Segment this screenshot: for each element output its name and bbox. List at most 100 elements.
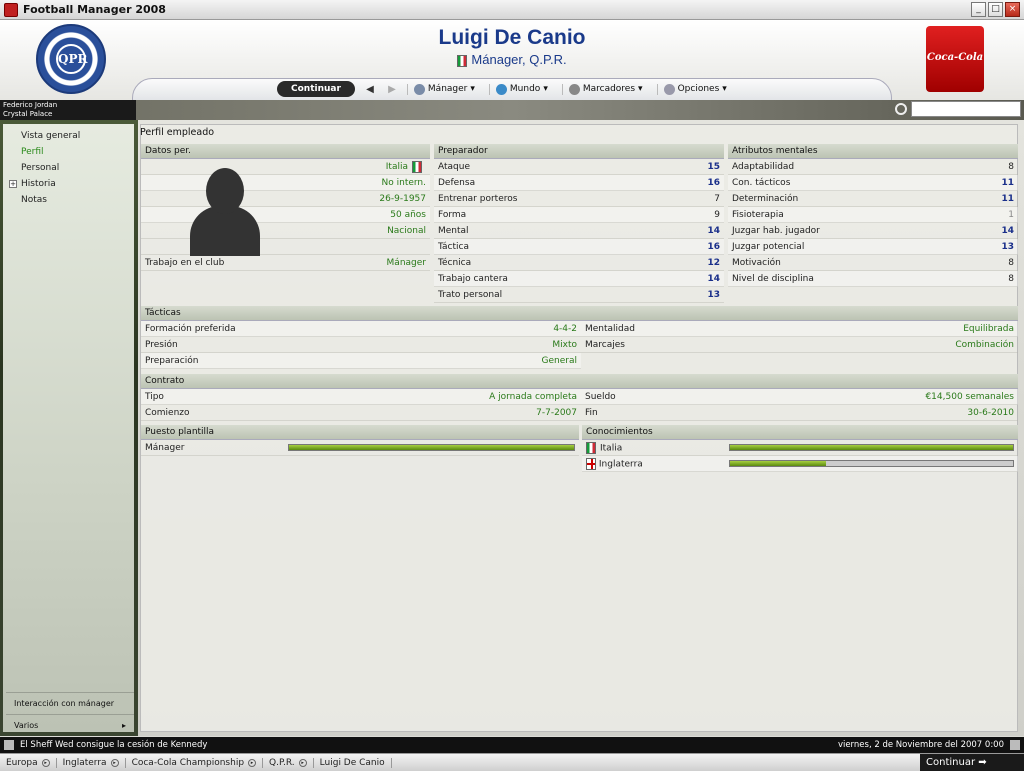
user-name: Federico Jordan [3,101,58,109]
attr-row: Forma 9 [434,207,724,223]
attr-row: Juzgar potencial 13 [728,239,1018,255]
menu-manager[interactable]: Mánager ▾ [406,83,481,95]
news-ticker[interactable]: El Sheff Wed consigue la cesión de Kenne… [0,737,1024,753]
attr-row: Defensa 16 [434,175,724,191]
bookmark-icon [568,83,580,95]
club-job-label: Trabajo en el club [145,257,225,268]
person-name: Luigi De Canio [438,26,586,49]
sidebar-item-history[interactable]: + Historia [3,176,134,192]
attr-row: Adaptabilidad 8 [728,159,1018,175]
sidebar-item-overview[interactable]: Vista general [3,128,134,144]
birth-date: 26-9-1957 [379,193,426,204]
news-icon [4,740,14,750]
page-title: Perfil empleado [140,127,215,138]
mental-attributes-section: Atributos mentales Adaptabilidad 8 Con. t… [728,144,1018,287]
search-area [895,101,1021,117]
international-status: No intern. [381,177,426,188]
chevron-right-icon: ▸ [121,721,126,730]
attr-row: Ataque 15 [434,159,724,175]
breadcrumb-item[interactable]: Inglaterra ▸ [57,757,126,768]
dropdown-icon[interactable]: ▸ [248,758,257,767]
attr-row: Fisioterapia 1 [728,207,1018,223]
knowledge-section: Conocimientos Italia Inglaterra [582,425,1018,472]
user-club: Crystal Palace [3,110,53,118]
coach-header: Preparador [434,144,724,159]
squad-role-bar [288,444,575,451]
contract-section: Contrato Tipo A jornada completa Comienzo… [141,374,1018,421]
continue-button[interactable]: Continuar [277,81,355,97]
knowledge-bar-italy [729,444,1014,451]
knowledge-header: Conocimientos [582,425,1018,440]
attr-row: Trabajo cantera 14 [434,271,724,287]
personal-header: Datos per. [141,144,430,159]
bottom-continue-button[interactable]: Continuar ➡ [920,754,1024,771]
attr-row: Trato personal 13 [434,287,724,303]
window-titlebar: Football Manager 2008 _ □ × [0,0,1024,20]
personal-section: Datos per. Italia No intern. 26-9-1957 5… [141,144,430,271]
breadcrumb: Europa ▸ Inglaterra ▸ Coca-Cola Championsh… [0,753,1024,771]
knowledge-bar-england [729,460,1014,467]
manager-icon [413,83,425,95]
page-header: QPR Coca-Cola Luigi De Canio Mánager, Q.… [0,20,1024,100]
breadcrumb-item[interactable]: Q.P.R. ▸ [263,757,314,768]
dropdown-icon[interactable]: ▸ [110,758,119,767]
back-arrow-icon[interactable]: ◀ [363,84,377,95]
attr-row: Motivación 8 [728,255,1018,271]
squad-role-section: Puesto plantilla Mánager [141,425,579,456]
person-role: Mánager, Q.P.R. [0,52,1024,67]
dropdown-icon[interactable]: ▸ [41,758,50,767]
app-icon [4,2,18,17]
attr-row: Mental 14 [434,223,724,239]
minimize-button[interactable]: _ [971,2,986,17]
sidebar-item-profile[interactable]: Perfil [3,144,134,160]
attr-row: Táctica 16 [434,239,724,255]
attr-row: Determinación 11 [728,191,1018,207]
menu-options[interactable]: Opciones ▾ [656,83,733,95]
menu-world[interactable]: Mundo ▾ [488,83,554,95]
navigation-bar: Continuar ◀ ▶ Mánager ▾ Mundo ▾ Marcador… [132,78,892,100]
italy-flag-icon [457,54,468,67]
sidebar-item-staff[interactable]: Personal [3,160,134,176]
reputation-value: Nacional [387,225,426,236]
attr-row: Entrenar porteros 7 [434,191,724,207]
italy-flag-icon [412,160,422,173]
sidebar-footer-interaction[interactable]: Interacción con mánager [6,692,134,714]
current-user[interactable]: Federico Jordan Crystal Palace [0,100,136,120]
england-flag-icon [586,457,596,470]
search-icon[interactable] [895,103,907,115]
globe-icon [495,83,507,95]
game-date: viernes, 2 de Noviembre del 2007 0:00 [837,740,1004,750]
dropdown-icon[interactable]: ▸ [298,758,307,767]
sidebar-item-notes[interactable]: Notas [3,192,134,208]
maximize-button[interactable]: □ [988,2,1003,17]
search-input[interactable] [911,101,1021,117]
attr-row: Técnica 12 [434,255,724,271]
age-value: 50 años [390,209,426,220]
tactics-section: Tácticas Formación preferida 4-4-2 Presió… [141,306,1018,369]
attr-row: Juzgar hab. jugador 14 [728,223,1018,239]
club-job-value: Mánager [386,257,426,268]
breadcrumb-item[interactable]: Europa ▸ [0,757,57,768]
squad-role-header: Puesto plantilla [141,425,579,440]
breadcrumb-item[interactable]: Coca-Cola Championship ▸ [126,757,264,768]
person-silhouette [190,168,260,256]
forward-arrow-icon[interactable]: ▶ [385,84,399,95]
tactics-header: Tácticas [141,306,1018,321]
close-button[interactable]: × [1005,2,1020,17]
menu-bookmarks[interactable]: Marcadores ▾ [561,83,649,95]
header-strip [0,100,1024,120]
sidebar-footer-misc[interactable]: Varios ▸ [6,714,134,736]
nationality-value: Italia [385,161,408,172]
coach-attributes-section: Preparador Ataque 15 Defensa 16 Entrenar p… [434,144,724,303]
attr-row: Con. tácticos 11 [728,175,1018,191]
gear-icon [663,83,675,95]
mental-header: Atributos mentales [728,144,1018,159]
breadcrumb-item[interactable]: Luigi De Canio [314,757,392,768]
attr-row: Nivel de disciplina 8 [728,271,1018,287]
window-title: Football Manager 2008 [23,3,166,16]
sidebar: Vista general Perfil Personal + Historia … [0,120,138,736]
ticker-toggle-icon[interactable] [1010,740,1020,750]
italy-flag-icon [586,441,596,454]
expand-icon[interactable]: + [9,180,17,188]
contract-header: Contrato [141,374,1018,389]
